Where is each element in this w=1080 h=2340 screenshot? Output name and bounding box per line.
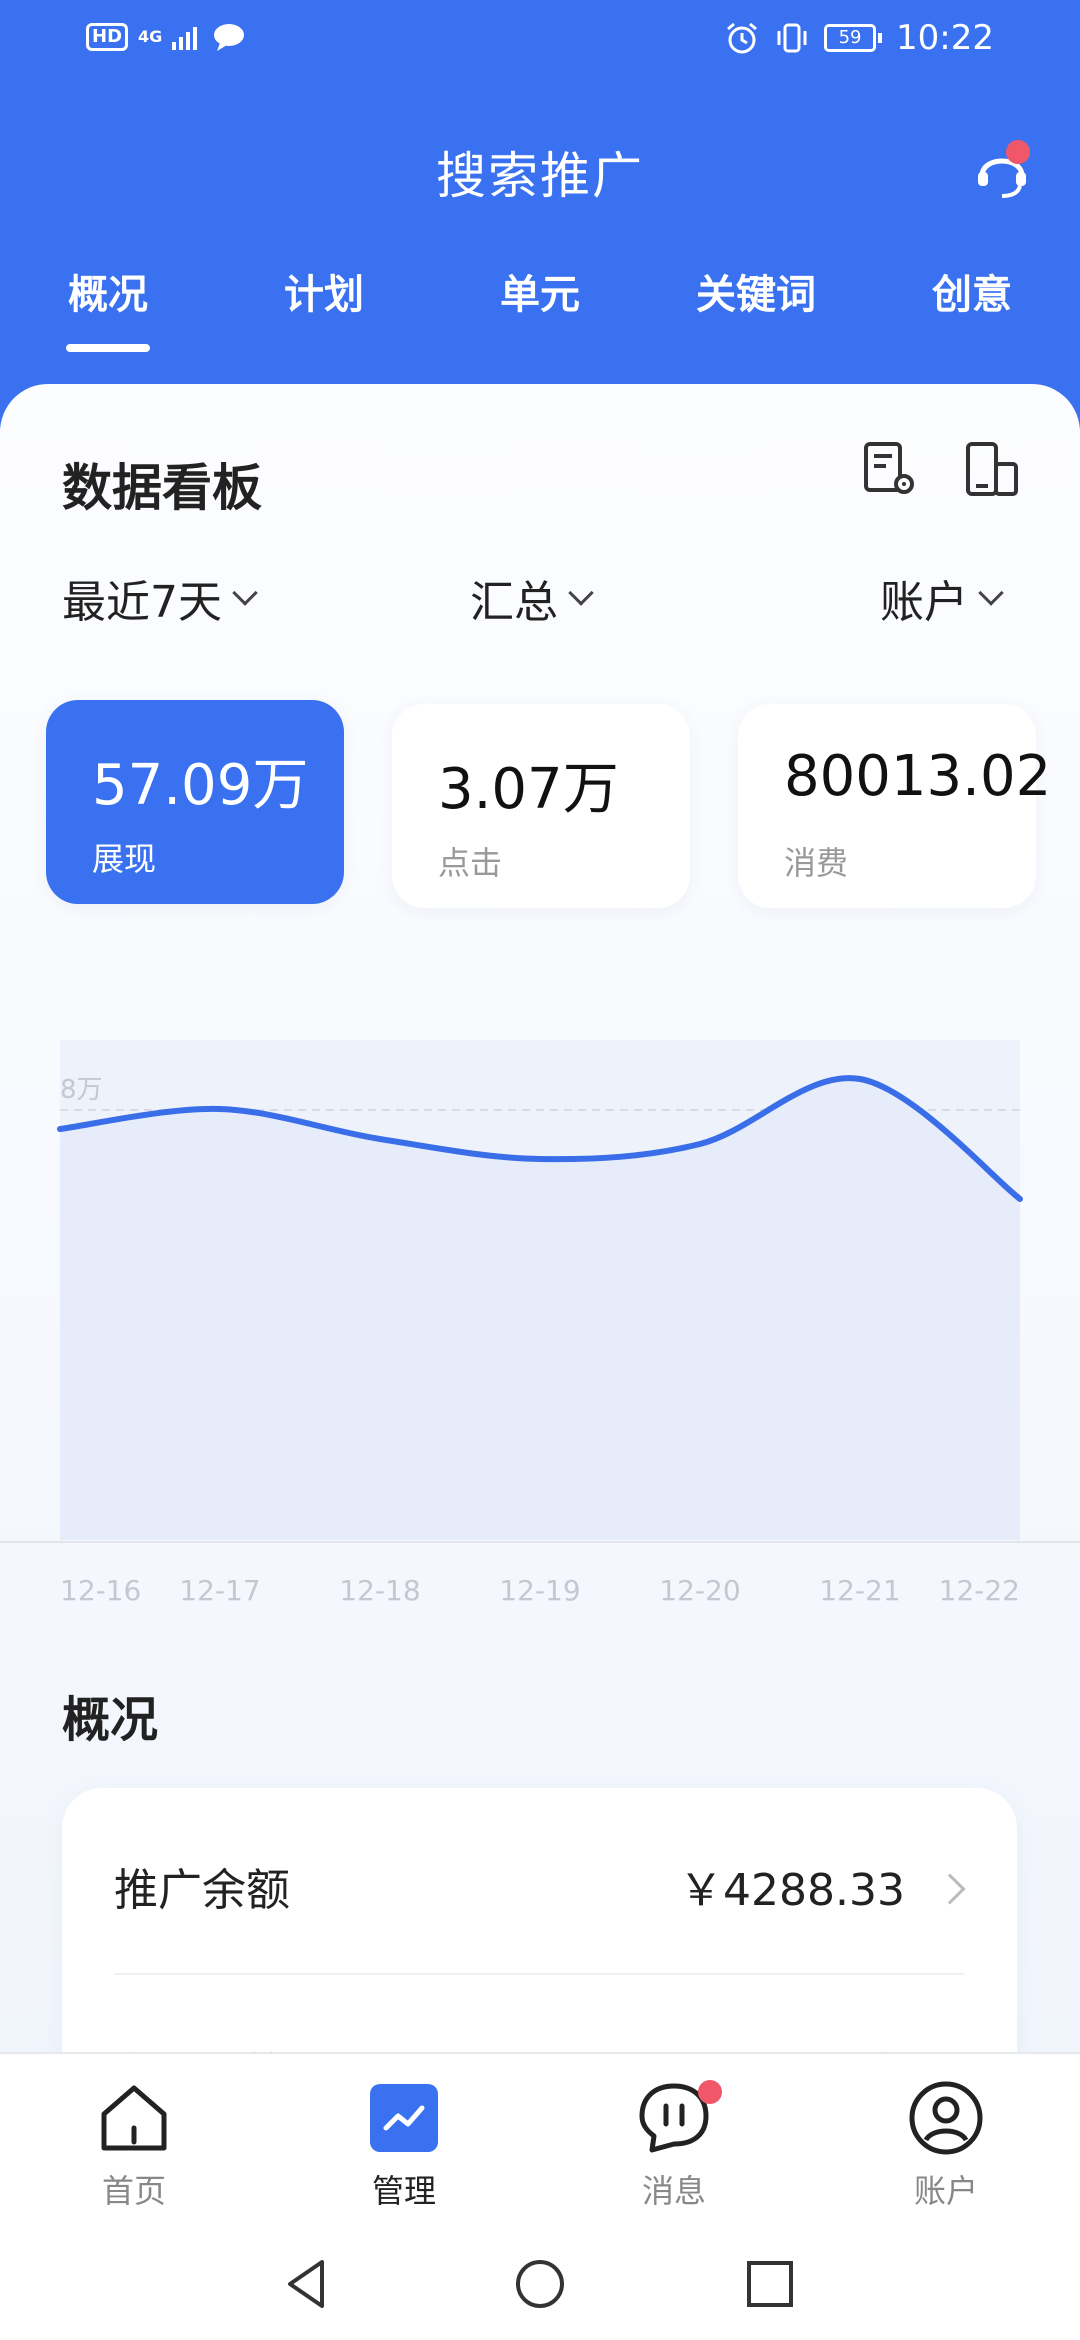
x-tick-label: 12-18 — [339, 1574, 420, 1607]
hd-badge: HD — [86, 23, 129, 51]
system-nav-bar — [0, 2226, 1080, 2340]
x-tick-label: 12-19 — [499, 1574, 580, 1607]
battery-tip — [878, 33, 883, 43]
clock: 10:22 — [896, 18, 994, 58]
tab-bar: 概况 计划 单元 关键词 创意 — [0, 262, 1080, 352]
level-label: 账户 — [880, 577, 968, 628]
chevron-down-icon — [232, 580, 258, 606]
tab-keywords[interactable]: 关键词 — [676, 262, 836, 320]
x-tick-label: 12-21 — [819, 1574, 900, 1607]
dashboard-title: 数据看板 — [62, 459, 262, 517]
device-switch-icon[interactable] — [962, 440, 1022, 500]
account-icon — [909, 2081, 983, 2155]
message-badge-dot — [698, 2080, 722, 2104]
nav-label: 首页 — [101, 2172, 166, 2210]
nav-account[interactable]: 账户 — [846, 2078, 1046, 2212]
recents-icon[interactable] — [740, 2254, 800, 2314]
overview-title: 概况 — [62, 1692, 159, 1748]
bottom-nav: 首页 管理 消息 账户 — [0, 2052, 1080, 2226]
battery-level: 59 — [824, 24, 877, 52]
tab-plan[interactable]: 计划 — [244, 262, 404, 320]
tab-unit[interactable]: 单元 — [460, 262, 620, 320]
metric-label: 消费 — [784, 844, 849, 882]
nav-label: 账户 — [913, 2172, 978, 2210]
vibrate-icon — [777, 23, 807, 53]
support-notification-dot — [1006, 140, 1030, 164]
metric-value: 57.09万 — [92, 753, 309, 818]
nav-label: 管理 — [371, 2172, 436, 2210]
status-left: HD 4G — [86, 22, 246, 52]
metric-card-cost[interactable]: 80013.02 消费 — [738, 704, 1051, 908]
x-tick-label: 12-22 — [939, 1574, 1020, 1607]
metric-label: 点击 — [438, 844, 503, 882]
status-bar: HD 4G 59 10:22 — [0, 0, 1080, 80]
aggregate-label: 汇总 — [470, 577, 558, 628]
signal-icon — [172, 27, 198, 50]
home-circle-icon[interactable] — [510, 2254, 570, 2314]
metric-card-impressions[interactable]: 57.09万 展现 — [46, 700, 344, 904]
date-range-filter[interactable]: 最近7天 — [62, 566, 258, 630]
back-icon[interactable] — [278, 2254, 338, 2314]
chevron-right-icon[interactable] — [934, 1873, 966, 1905]
chevron-down-icon — [978, 580, 1004, 606]
chat-bubble-icon — [214, 24, 245, 51]
balance-value[interactable]: ￥4288.33 — [679, 1854, 905, 1918]
battery-indicator: 59 — [824, 24, 883, 52]
status-right: 59 10:22 — [724, 18, 994, 58]
divider — [114, 1973, 964, 1975]
page-title: 搜索推广 — [436, 147, 644, 205]
alarm-icon — [727, 22, 757, 54]
nav-label: 消息 — [641, 2172, 706, 2210]
trend-chart: 02万4万6万8万12-1612-1712-1812-1912-2012-211… — [0, 1040, 1080, 1607]
nav-manage[interactable]: 管理 — [304, 2078, 504, 2212]
level-filter[interactable]: 账户 — [880, 566, 1004, 630]
chart-icon — [370, 2084, 438, 2152]
y-tick-label: 8万 — [60, 1075, 103, 1105]
metric-card-clicks[interactable]: 3.07万 点击 — [392, 704, 690, 908]
chevron-down-icon — [568, 580, 594, 606]
balance-label: 推广余额 — [114, 1865, 290, 1916]
tab-overview[interactable]: 概况 — [28, 262, 188, 352]
network-label: 4G — [138, 27, 163, 46]
x-tick-label: 12-16 — [60, 1574, 141, 1607]
nav-home[interactable]: 首页 — [34, 2078, 234, 2212]
metric-value: 3.07万 — [438, 757, 619, 822]
x-tick-label: 12-20 — [659, 1574, 740, 1607]
home-icon — [101, 2085, 167, 2151]
metric-label: 展现 — [92, 840, 157, 878]
metric-value: 80013.02 — [784, 744, 1052, 809]
aggregate-filter[interactable]: 汇总 — [470, 566, 594, 630]
report-settings-icon[interactable] — [860, 440, 920, 500]
tab-creative[interactable]: 创意 — [892, 262, 1052, 320]
nav-messages[interactable]: 消息 — [574, 2078, 774, 2212]
date-range-label: 最近7天 — [62, 577, 222, 628]
x-tick-label: 12-17 — [179, 1574, 260, 1607]
